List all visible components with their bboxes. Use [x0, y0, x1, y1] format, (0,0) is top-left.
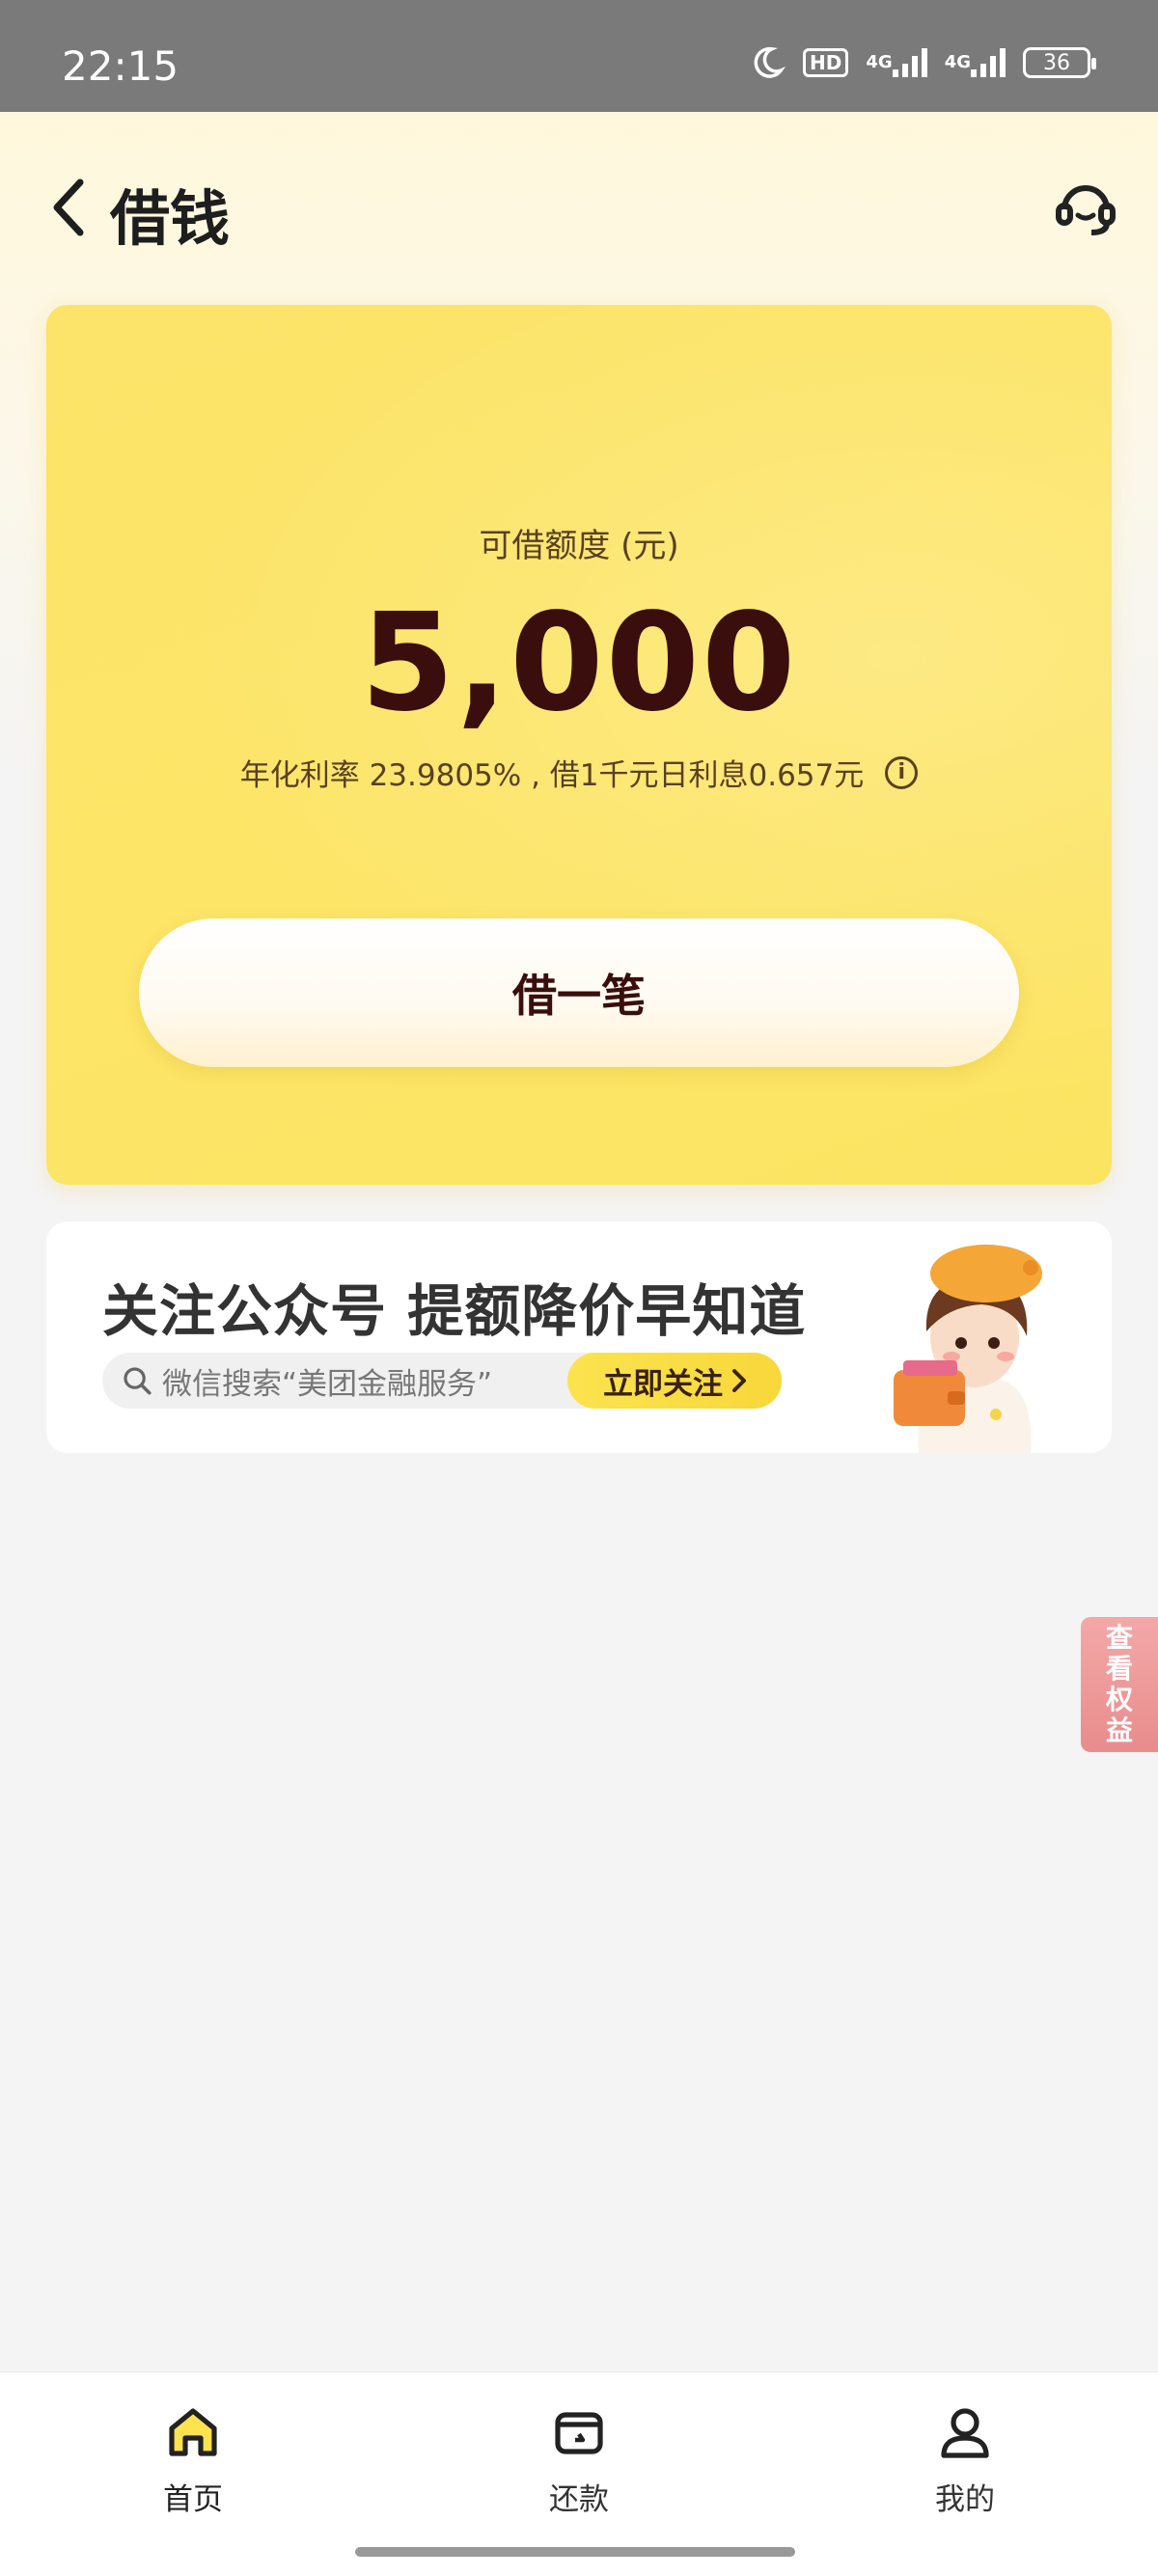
tab-home[interactable]: 首页 — [96, 2401, 290, 2518]
battery-icon: 36 — [1023, 47, 1096, 78]
customer-service-button[interactable] — [1050, 172, 1121, 243]
chevron-right-icon — [732, 1369, 746, 1392]
wallet-icon — [555, 2412, 603, 2454]
limit-amount: 5,000 — [360, 585, 798, 742]
headset-icon — [1056, 185, 1116, 235]
side-tag-char: 看 — [1105, 1653, 1133, 1685]
girl-with-wallet-illustration — [894, 1245, 1042, 1453]
status-bar: 22:15 HD 4G 4G 36 — [0, 0, 1158, 112]
limit-label: 可借额度 (元) — [479, 527, 679, 565]
rate-row: 年化利率 23.9805% , 借1千元日利息0.657元 i — [46, 751, 1112, 794]
borrow-button[interactable]: 借一笔 — [139, 918, 1019, 1067]
banner-title: 关注公众号 提额降价早知道 — [102, 1278, 807, 1344]
view-benefits-tag[interactable]: 查 看 权 益 — [1081, 1617, 1158, 1752]
side-tag-char: 益 — [1105, 1714, 1133, 1746]
search-hint: 微信搜索“美团金融服务” — [162, 1366, 493, 1402]
follow-account-banner[interactable]: 关注公众号 提额降价早知道 微信搜索“美团金融服务” 立即关注 — [46, 1221, 1112, 1453]
signal-icon: 4G — [866, 48, 927, 77]
rate-text: 年化利率 23.9805% , 借1千元日利息0.657元 — [239, 758, 865, 793]
tab-mine[interactable]: 我的 — [868, 2401, 1062, 2518]
signal-icon-2: 4G — [945, 48, 1006, 77]
tab-label: 首页 — [163, 2482, 223, 2517]
home-icon — [169, 2408, 217, 2456]
hd-icon: HD — [803, 48, 849, 77]
back-button[interactable] — [44, 174, 93, 241]
side-tag-char: 权 — [1105, 1684, 1133, 1715]
bottom-nav: 首页 还款 我的 — [0, 2371, 1158, 2576]
page-title: 借钱 — [110, 183, 231, 254]
follow-button[interactable]: 立即关注 — [567, 1353, 782, 1409]
nav-bar: 借钱 — [0, 112, 1158, 301]
search-pill: 微信搜索“美团金融服务” 立即关注 — [102, 1353, 782, 1409]
moon-icon — [749, 44, 786, 81]
side-tag-char: 查 — [1105, 1622, 1133, 1654]
follow-label: 立即关注 — [603, 1366, 723, 1402]
chevron-left-icon — [53, 178, 84, 236]
status-icons: HD 4G 4G 36 — [749, 44, 1096, 81]
credit-limit-card: 可借额度 (元) 5,000 年化利率 23.9805% , 借1千元日利息0.… — [46, 305, 1112, 1185]
tab-label: 还款 — [549, 2482, 609, 2517]
status-time: 22:15 — [62, 42, 179, 90]
tab-label: 我的 — [935, 2482, 995, 2517]
search-icon — [120, 1363, 154, 1398]
home-indicator[interactable] — [355, 2547, 795, 2557]
tab-repay[interactable]: 还款 — [482, 2401, 676, 2518]
info-icon[interactable]: i — [885, 755, 919, 789]
user-icon — [941, 2408, 989, 2458]
